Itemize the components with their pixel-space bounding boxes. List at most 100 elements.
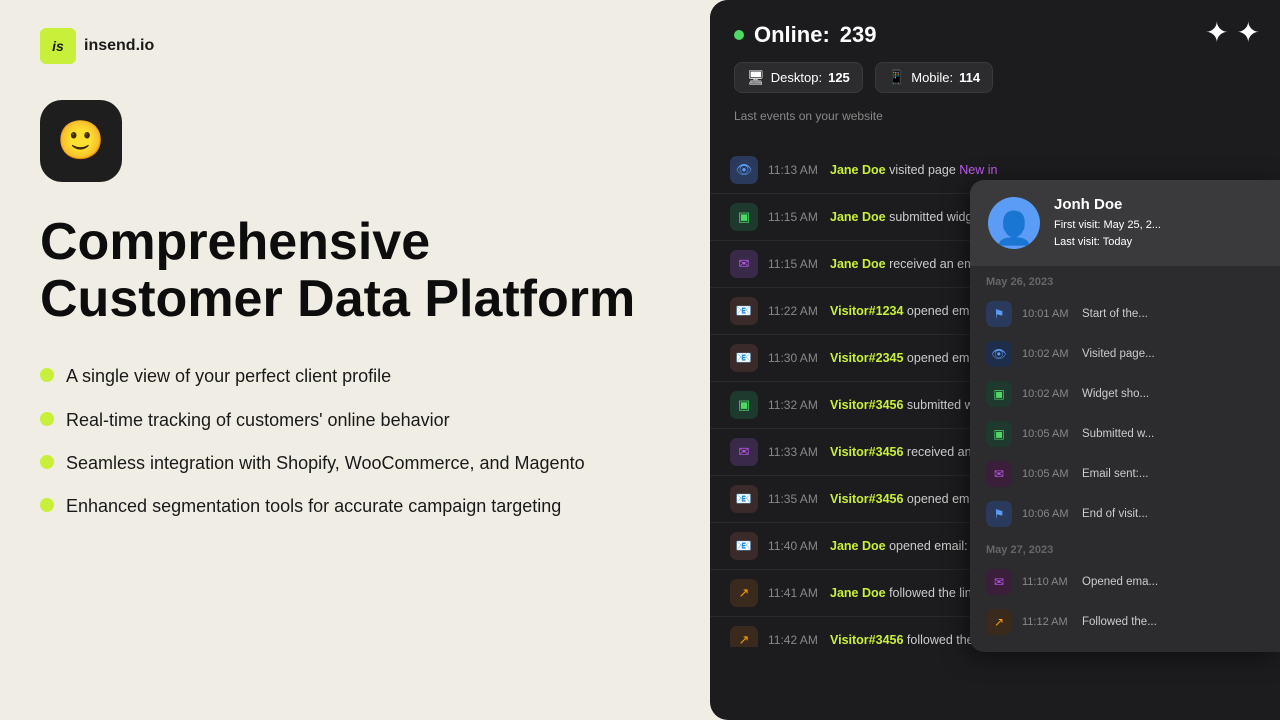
event-user: Visitor#3456 [830, 445, 903, 459]
timeline-icon: ⚑ [986, 301, 1012, 327]
timeline-text: Email sent:... [1082, 468, 1148, 480]
timeline-icon: ✉ [986, 461, 1012, 487]
event-user: Visitor#3456 [830, 398, 903, 412]
event-icon: ↗ [730, 626, 758, 647]
timeline-row: ▣ 10:05 AM Submitted w... [970, 414, 1280, 454]
star-icon-2: ✦ [1237, 16, 1260, 49]
timeline-text: Visited page... [1082, 348, 1155, 360]
timeline-row: ⚑ 10:01 AM Start of the... [970, 294, 1280, 334]
last-events-label: Last events on your website [734, 109, 1256, 123]
event-icon: 📧 [730, 344, 758, 372]
desktop-icon: 🖥 [747, 69, 765, 86]
timeline-row: ↗ 11:12 AM Followed the... [970, 602, 1280, 642]
timeline-text: Widget sho... [1082, 388, 1149, 400]
event-user: Jane Doe [830, 586, 886, 600]
bullet-icon [40, 455, 54, 469]
event-time: 11:30 AM [768, 351, 820, 365]
profile-header: 👤 Jonh Doe First visit: May 25, 2... Las… [970, 180, 1280, 266]
event-icon: 📧 [730, 532, 758, 560]
event-detail: New in [959, 163, 997, 177]
desktop-badge: 🖥 Desktop: 125 [734, 62, 863, 93]
timeline-icon: ✉ [986, 569, 1012, 595]
timeline-time: 10:06 AM [1022, 508, 1072, 520]
headline: Comprehensive Customer Data Platform [40, 214, 680, 328]
left-section: is insend.io 🙂 Comprehensive Customer Da… [0, 0, 720, 720]
event-time: 11:42 AM [768, 633, 820, 647]
timeline-row: ✉ 11:10 AM Opened ema... [970, 562, 1280, 602]
star-icon-1: ✦ [1205, 16, 1228, 49]
event-user: Visitor#3456 [830, 633, 903, 647]
event-time: 11:32 AM [768, 398, 820, 412]
timeline-time: 10:02 AM [1022, 388, 1072, 400]
feature-item-1: A single view of your perfect client pro… [40, 364, 680, 389]
event-time: 11:15 AM [768, 210, 820, 224]
features-list: A single view of your perfect client pro… [40, 364, 680, 519]
timeline-time: 10:05 AM [1022, 468, 1072, 480]
event-icon: 📧 [730, 297, 758, 325]
event-time: 11:35 AM [768, 492, 820, 506]
event-time: 11:15 AM [768, 257, 820, 271]
timeline-time: 11:10 AM [1022, 576, 1072, 588]
timeline-icon: ▣ [986, 421, 1012, 447]
event-user: Visitor#2345 [830, 351, 903, 365]
timeline-text: Start of the... [1082, 308, 1148, 320]
smiley-icon: 🙂 [57, 119, 104, 163]
feature-item-2: Real-time tracking of customers' online … [40, 408, 680, 433]
timeline-icon: 👁 [986, 341, 1012, 367]
logo-bar: is insend.io [40, 28, 680, 64]
device-row: 🖥 Desktop: 125 📱 Mobile: 114 [734, 62, 1256, 93]
timeline-time: 11:12 AM [1022, 616, 1072, 628]
online-count: 239 [840, 22, 877, 48]
event-user: Visitor#1234 [830, 304, 903, 318]
event-time: 11:22 AM [768, 304, 820, 318]
timeline-icon: ↗ [986, 609, 1012, 635]
timeline-text: Followed the... [1082, 616, 1157, 628]
logo-icon: is [40, 28, 76, 64]
online-label: Online: [754, 22, 830, 48]
event-time: 11:41 AM [768, 586, 820, 600]
timeline-icon: ⚑ [986, 501, 1012, 527]
event-icon: 📧 [730, 485, 758, 513]
timeline-row: ▣ 10:02 AM Widget sho... [970, 374, 1280, 414]
timeline-icon: ▣ [986, 381, 1012, 407]
event-user: Jane Doe [830, 257, 886, 271]
bullet-icon [40, 498, 54, 512]
event-text: Jane Doe visited page New in [830, 163, 997, 177]
timeline-time: 10:01 AM [1022, 308, 1072, 320]
dashboard-header: ✦ ✦ Online: 239 🖥 Desktop: 125 📱 Mobile:… [710, 0, 1280, 147]
event-user: Visitor#3456 [830, 492, 903, 506]
event-icon: 👁 [730, 156, 758, 184]
event-time: 11:40 AM [768, 539, 820, 553]
timeline-row: ⚑ 10:06 AM End of visit... [970, 494, 1280, 534]
timeline-text: Opened ema... [1082, 576, 1158, 588]
profile-info: Jonh Doe First visit: May 25, 2... Last … [1054, 196, 1262, 250]
feature-item-3: Seamless integration with Shopify, WooCo… [40, 451, 680, 476]
profile-name: Jonh Doe [1054, 196, 1262, 213]
avatar-icon: 👤 [994, 209, 1034, 247]
event-user: Jane Doe [830, 210, 886, 224]
timeline-row: ✉ 10:05 AM Email sent:... [970, 454, 1280, 494]
timeline-date: May 27, 2023 [970, 534, 1280, 562]
event-icon: ▣ [730, 203, 758, 231]
timeline-time: 10:05 AM [1022, 428, 1072, 440]
online-row: Online: 239 [734, 22, 1256, 48]
avatar: 👤 [988, 197, 1040, 249]
timeline-text: Submitted w... [1082, 428, 1154, 440]
profile-timeline: May 26, 2023 ⚑ 10:01 AM Start of the... … [970, 266, 1280, 652]
bullet-icon [40, 412, 54, 426]
timeline-date: May 26, 2023 [970, 266, 1280, 294]
profile-card: 👤 Jonh Doe First visit: May 25, 2... Las… [970, 180, 1280, 652]
app-icon: 🙂 [40, 100, 122, 182]
logo-text: insend.io [84, 37, 154, 55]
event-icon: ↗ [730, 579, 758, 607]
event-icon: ✉ [730, 438, 758, 466]
bullet-icon [40, 368, 54, 382]
timeline-row: 👁 10:02 AM Visited page... [970, 334, 1280, 374]
mobile-icon: 📱 [888, 69, 905, 86]
online-indicator [734, 30, 744, 40]
event-icon: ✉ [730, 250, 758, 278]
event-time: 11:33 AM [768, 445, 820, 459]
timeline-text: End of visit... [1082, 508, 1148, 520]
event-user: Jane Doe [830, 539, 886, 553]
stars-decoration: ✦ ✦ [1205, 16, 1260, 49]
